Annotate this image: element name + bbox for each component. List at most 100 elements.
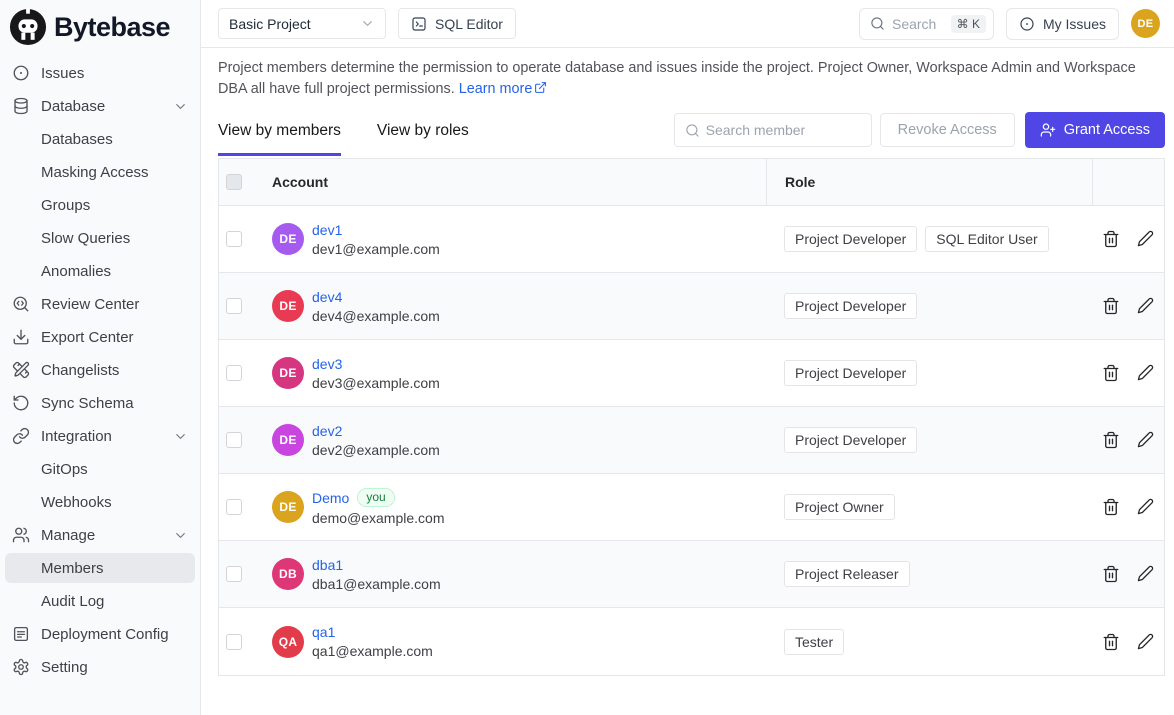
edit-member-button[interactable] bbox=[1137, 431, 1155, 449]
learn-more-link[interactable]: Learn more bbox=[459, 81, 548, 97]
delete-member-button[interactable] bbox=[1102, 230, 1120, 248]
chevron-down-icon[interactable] bbox=[173, 429, 188, 444]
sidebar-item-label: Groups bbox=[41, 197, 90, 214]
table-row: DEDemoyoudemo@example.comProject Owner bbox=[219, 474, 1164, 541]
user-avatar[interactable]: DE bbox=[1131, 9, 1160, 38]
delete-member-button[interactable] bbox=[1102, 565, 1120, 583]
member-name-link[interactable]: Demo bbox=[312, 490, 349, 506]
chevron-down-icon[interactable] bbox=[173, 528, 188, 543]
member-search-input[interactable] bbox=[706, 122, 861, 138]
sidebar-item-groups[interactable]: Groups bbox=[5, 190, 195, 220]
row-checkbox[interactable] bbox=[226, 432, 242, 448]
chevron-down-icon[interactable] bbox=[173, 99, 188, 114]
edit-member-button[interactable] bbox=[1137, 364, 1155, 382]
sidebar-item-audit-log[interactable]: Audit Log bbox=[5, 586, 195, 616]
main-content: Project members determine the permission… bbox=[201, 48, 1174, 715]
select-all-checkbox[interactable] bbox=[226, 174, 242, 190]
sidebar-item-label: Audit Log bbox=[41, 593, 104, 610]
user-plus-icon bbox=[1040, 122, 1056, 138]
brand-name: Bytebase bbox=[54, 12, 170, 43]
member-name-link[interactable]: dev3 bbox=[312, 356, 342, 372]
sidebar-item-label: Manage bbox=[41, 527, 95, 544]
delete-member-button[interactable] bbox=[1102, 633, 1120, 651]
sidebar-item-gitops[interactable]: GitOps bbox=[5, 454, 195, 484]
sidebar-item-setting[interactable]: Setting bbox=[5, 652, 195, 682]
edit-member-button[interactable] bbox=[1137, 498, 1155, 516]
sidebar-item-label: Export Center bbox=[41, 329, 134, 346]
topbar-right: Search ⌘ K My Issues DE bbox=[859, 8, 1160, 40]
project-select[interactable]: Basic Project bbox=[218, 8, 386, 39]
sidebar-item-integration[interactable]: Integration bbox=[5, 421, 195, 451]
row-checkbox[interactable] bbox=[226, 298, 242, 314]
sidebar-item-masking-access[interactable]: Masking Access bbox=[5, 157, 195, 187]
column-header-account: Account bbox=[272, 159, 766, 205]
row-checkbox[interactable] bbox=[226, 365, 242, 381]
member-name-link[interactable]: qa1 bbox=[312, 624, 335, 640]
member-name-link[interactable]: dev4 bbox=[312, 289, 342, 305]
sidebar-item-label: Review Center bbox=[41, 296, 139, 313]
row-checkbox[interactable] bbox=[226, 231, 242, 247]
avatar: QA bbox=[272, 626, 304, 658]
members-actions: Revoke Access Grant Access bbox=[674, 112, 1165, 156]
sidebar-item-label: Issues bbox=[41, 65, 84, 82]
sidebar-nav: Issues DatabaseDatabases Masking Access Gro… bbox=[0, 52, 200, 682]
my-issues-button[interactable]: My Issues bbox=[1006, 8, 1119, 40]
you-badge: you bbox=[357, 488, 394, 507]
database-icon bbox=[12, 97, 30, 115]
row-checkbox[interactable] bbox=[226, 499, 242, 515]
bytebase-logo[interactable]: Bytebase bbox=[0, 0, 200, 52]
sidebar-item-webhooks[interactable]: Webhooks bbox=[5, 487, 195, 517]
revoke-access-button[interactable]: Revoke Access bbox=[880, 113, 1015, 147]
sidebar-item-databases[interactable]: Databases bbox=[5, 124, 195, 154]
delete-member-button[interactable] bbox=[1102, 498, 1120, 516]
member-email: dev1@example.com bbox=[312, 241, 440, 257]
circle-dot-icon bbox=[12, 64, 30, 82]
edit-member-button[interactable] bbox=[1137, 297, 1155, 315]
sidebar-item-slow-queries[interactable]: Slow Queries bbox=[5, 223, 195, 253]
grant-access-label: Grant Access bbox=[1064, 122, 1150, 138]
member-email: qa1@example.com bbox=[312, 643, 433, 659]
sidebar-item-sync-schema[interactable]: Sync Schema bbox=[5, 388, 195, 418]
pencil-ruler-icon bbox=[12, 361, 30, 379]
sidebar-item-members[interactable]: Members bbox=[5, 553, 195, 583]
sidebar-item-anomalies[interactable]: Anomalies bbox=[5, 256, 195, 286]
sidebar-item-label: GitOps bbox=[41, 461, 88, 478]
delete-member-button[interactable] bbox=[1102, 297, 1120, 315]
trash-icon bbox=[1102, 230, 1120, 248]
edit-member-button[interactable] bbox=[1137, 565, 1155, 583]
delete-member-button[interactable] bbox=[1102, 431, 1120, 449]
sidebar-item-issues[interactable]: Issues bbox=[5, 58, 195, 88]
member-name-link[interactable]: dev2 bbox=[312, 423, 342, 439]
edit-member-button[interactable] bbox=[1137, 230, 1155, 248]
sidebar-item-manage[interactable]: Manage bbox=[5, 520, 195, 550]
file-list-icon bbox=[12, 625, 30, 643]
sidebar-item-label: Masking Access bbox=[41, 164, 149, 181]
member-name-link[interactable]: dba1 bbox=[312, 557, 343, 573]
sidebar-item-review-center[interactable]: Review Center bbox=[5, 289, 195, 319]
members-description: Project members determine the permission… bbox=[218, 58, 1165, 100]
settings-icon bbox=[12, 658, 30, 676]
member-name-link[interactable]: dev1 bbox=[312, 222, 342, 238]
pencil-icon bbox=[1137, 364, 1154, 381]
tab-view-by-members[interactable]: View by members bbox=[218, 116, 341, 156]
sidebar-item-export-center[interactable]: Export Center bbox=[5, 322, 195, 352]
sidebar-item-label: Anomalies bbox=[41, 263, 111, 280]
row-checkbox[interactable] bbox=[226, 566, 242, 582]
grant-access-button[interactable]: Grant Access bbox=[1025, 112, 1165, 148]
edit-member-button[interactable] bbox=[1137, 633, 1155, 651]
sidebar-item-deployment-config[interactable]: Deployment Config bbox=[5, 619, 195, 649]
row-checkbox[interactable] bbox=[226, 634, 242, 650]
sidebar-item-label: Setting bbox=[41, 659, 88, 676]
sidebar-item-changelists[interactable]: Changelists bbox=[5, 355, 195, 385]
avatar: DE bbox=[272, 290, 304, 322]
refresh-icon bbox=[12, 394, 30, 412]
members-toolbar-row: View by members View by roles Revoke Acc… bbox=[218, 112, 1165, 156]
pencil-icon bbox=[1137, 297, 1154, 314]
avatar: DE bbox=[272, 357, 304, 389]
avatar: DE bbox=[272, 223, 304, 255]
sidebar-item-database[interactable]: Database bbox=[5, 91, 195, 121]
global-search-button[interactable]: Search ⌘ K bbox=[859, 8, 994, 40]
sql-editor-button[interactable]: SQL Editor bbox=[398, 8, 516, 39]
tab-view-by-roles[interactable]: View by roles bbox=[377, 116, 469, 156]
delete-member-button[interactable] bbox=[1102, 364, 1120, 382]
